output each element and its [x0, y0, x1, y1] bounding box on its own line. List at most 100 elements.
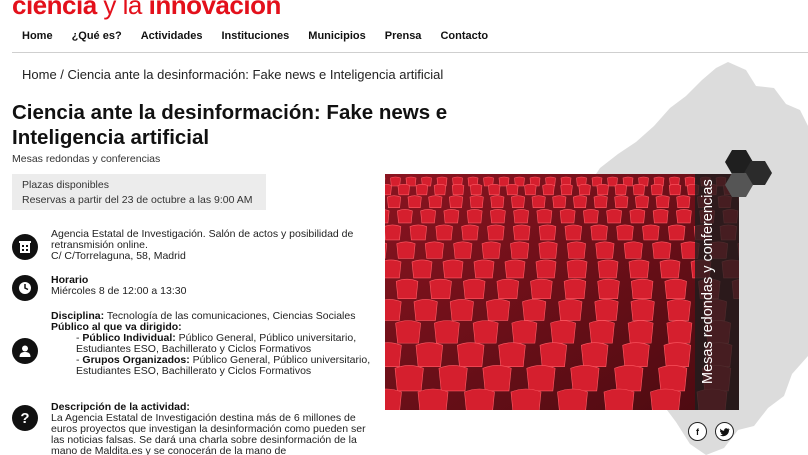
stadium-seat — [415, 184, 429, 196]
stadium-seat — [560, 184, 573, 196]
stadium-seat — [488, 184, 501, 196]
stadium-seat — [642, 224, 660, 241]
stadium-seat — [559, 209, 576, 224]
stadium-seat — [566, 241, 586, 259]
facebook-icon: f — [696, 426, 699, 437]
nav-item-actividades[interactable]: Actividades — [141, 30, 203, 42]
stadium-seat — [632, 184, 646, 196]
stadium-seat — [606, 209, 622, 224]
site-logo[interactable]: ciencia y la innovación — [12, 0, 281, 21]
stadium-seat — [526, 365, 556, 392]
twitter-share-button[interactable] — [715, 422, 734, 441]
location-venue: Agencia Estatal de Investigación. Salón … — [51, 228, 354, 251]
stadium-seat — [457, 342, 485, 367]
nav-item-prensa[interactable]: Prensa — [385, 30, 422, 42]
stadium-seat — [630, 299, 655, 321]
stadium-seat — [552, 195, 567, 209]
stadium-seat — [676, 195, 691, 209]
stadium-seat — [490, 209, 506, 224]
stadium-seat — [487, 224, 505, 241]
stadium-seat — [595, 241, 615, 259]
stadium-seat — [666, 299, 691, 321]
stadium-seat — [570, 365, 600, 392]
stadium-seat — [409, 224, 427, 241]
stadium-seat — [652, 241, 672, 259]
nav-item-municipios[interactable]: Municipios — [308, 30, 365, 42]
stadium-seat — [466, 209, 483, 224]
stadium-seat — [630, 278, 654, 300]
audience-individual: - Público Individual: Público General, P… — [76, 332, 357, 355]
stadium-seat — [429, 278, 452, 300]
stadium-seat — [578, 184, 591, 196]
nav-item-home[interactable]: Home — [22, 30, 53, 42]
stadium-seat — [603, 388, 635, 410]
nav-item-contacto[interactable]: Contacto — [440, 30, 488, 42]
nav-item-que-es[interactable]: ¿Qué es? — [72, 30, 122, 42]
stadium-seat — [397, 209, 413, 224]
stadium-seat — [557, 388, 588, 410]
stadium-seat — [594, 299, 619, 321]
stadium-seat — [623, 241, 643, 259]
stadium-seat — [498, 342, 526, 367]
stadium-seat — [581, 342, 609, 367]
question-icon: ? — [12, 405, 38, 431]
stadium-seat — [666, 320, 693, 344]
stadium-seat — [469, 184, 483, 196]
stadium-seat — [510, 388, 542, 410]
stadium-seat — [550, 320, 576, 344]
page-title: Ciencia ante la desinformación: Fake new… — [12, 101, 448, 149]
stadium-seats-image — [385, 174, 739, 410]
stadium-seat — [635, 195, 649, 209]
stadium-seat — [413, 299, 438, 321]
clock-icon — [12, 275, 38, 301]
stadium-seat — [566, 259, 588, 279]
nav-divider — [12, 52, 808, 53]
stadium-seat — [438, 365, 468, 392]
breadcrumb-home-link[interactable]: Home — [22, 67, 57, 82]
stadium-seat — [463, 278, 486, 300]
stadium-seat — [616, 224, 634, 241]
stadium-seat — [597, 259, 619, 279]
nav-item-instituciones[interactable]: Instituciones — [221, 30, 289, 42]
stadium-seat — [451, 184, 465, 196]
stadium-seat — [590, 224, 608, 241]
logo-part-y-la: y la — [96, 0, 149, 20]
stadium-seat — [589, 320, 615, 344]
stadium-seat — [522, 299, 547, 321]
stadium-seat — [449, 299, 474, 321]
stadium-seat — [629, 209, 646, 224]
stadium-seat — [596, 184, 609, 196]
stadium-seat — [496, 278, 519, 300]
stadium-seat — [538, 224, 557, 241]
stadium-seat — [564, 224, 582, 241]
stadium-seat — [627, 320, 654, 344]
stadium-seat — [513, 224, 531, 241]
stadium-seat — [583, 209, 599, 224]
stadium-seat — [397, 184, 410, 196]
event-photo — [385, 174, 739, 410]
hexagon-decoration — [725, 150, 772, 197]
stadium-seat — [524, 184, 537, 196]
stadium-seat — [668, 184, 682, 196]
stadium-seat — [411, 259, 433, 279]
stadium-seat — [469, 195, 484, 209]
stadium-seat — [506, 184, 519, 196]
stadium-seat — [433, 184, 447, 196]
facebook-share-button[interactable]: f — [688, 422, 707, 441]
location-address: C/ C/Torrelaguna, 58, Madrid — [51, 250, 186, 262]
stadium-seat — [407, 195, 422, 209]
photo-category-label: Mesas redondas y conferencias — [700, 179, 716, 384]
stadium-seat — [482, 365, 512, 392]
stadium-seat — [385, 299, 402, 321]
breadcrumb: Home / Ciencia ante la desinformación: F… — [22, 67, 443, 82]
stadium-seat — [511, 195, 525, 209]
main-nav: Home ¿Qué es? Actividades Instituciones … — [22, 30, 507, 42]
stadium-seat — [396, 241, 416, 259]
stadium-seat — [387, 195, 401, 209]
stadium-seat — [614, 195, 629, 209]
stadium-seat — [449, 195, 463, 209]
stadium-seat — [428, 195, 443, 209]
description-value: La Agencia Estatal de Investigación dest… — [51, 412, 366, 455]
stadium-seat — [511, 320, 538, 344]
schedule-value: Miércoles 8 de 12:00 a 13:30 — [51, 285, 187, 297]
